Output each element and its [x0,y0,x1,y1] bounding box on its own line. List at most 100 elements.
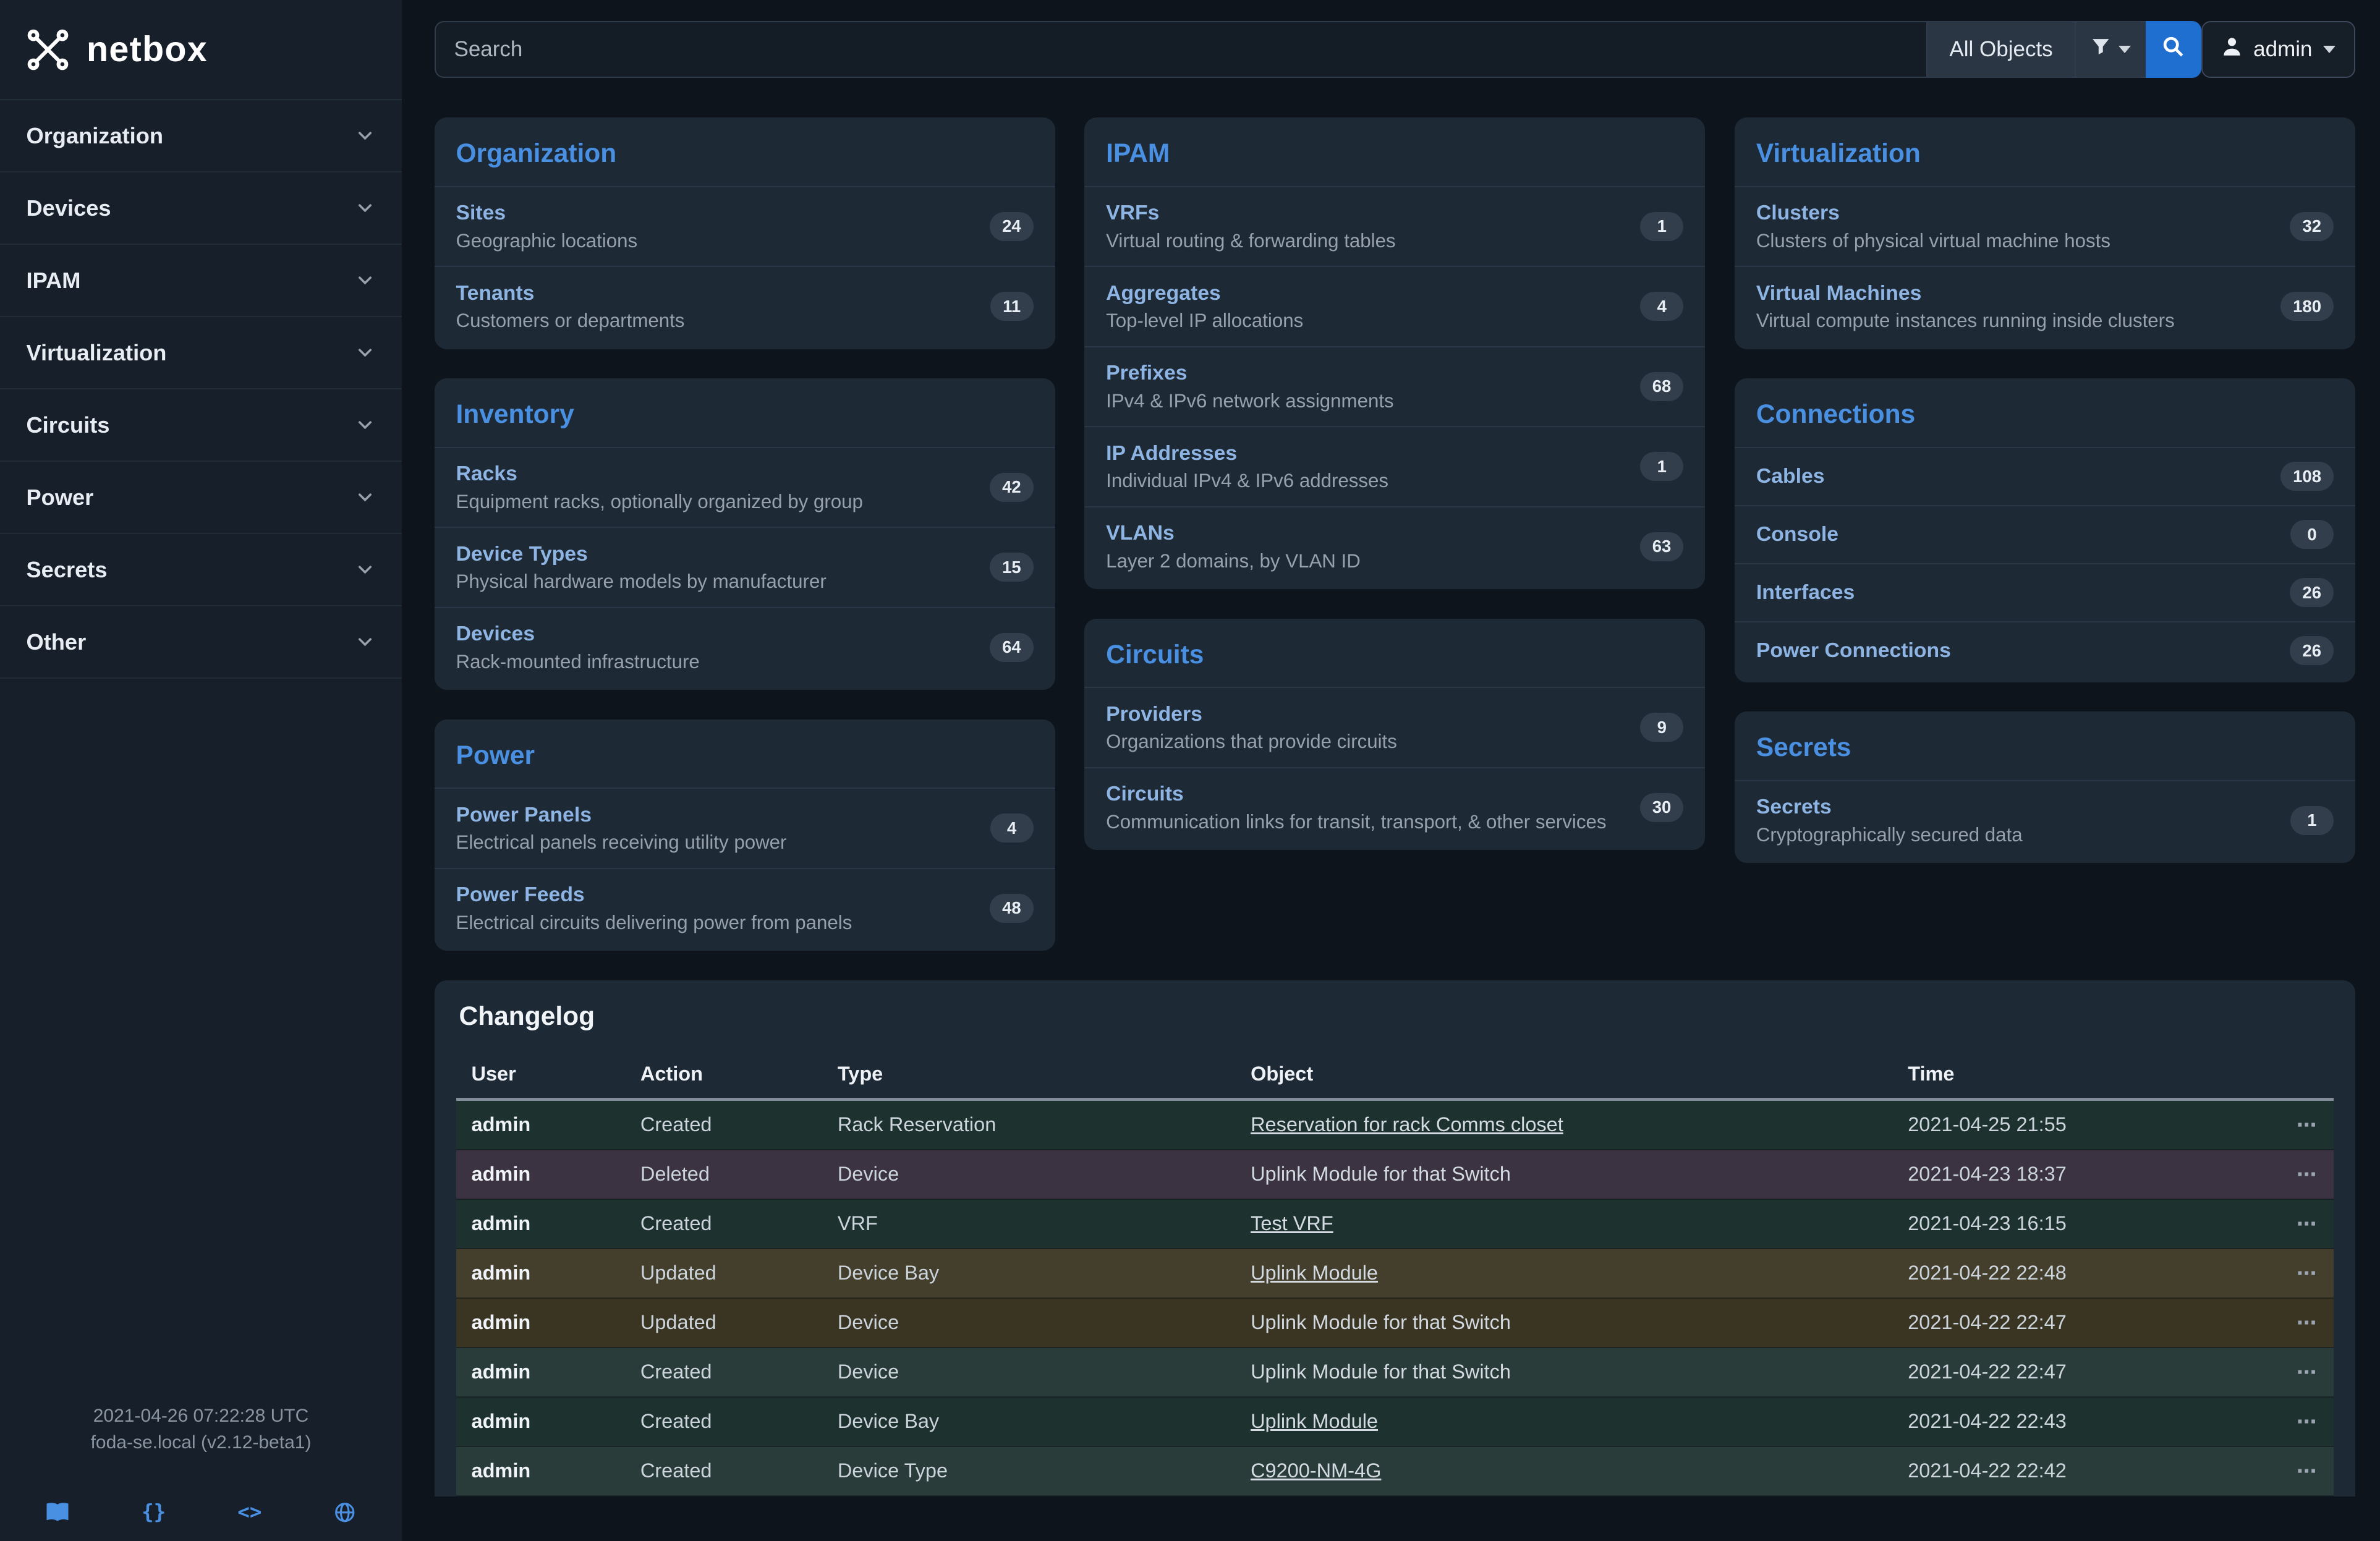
cables-link[interactable]: Cables [1756,464,1825,488]
api-braces-icon[interactable]: {} [142,1499,166,1526]
count-badge[interactable]: 4 [990,813,1034,843]
count-badge[interactable]: 15 [990,553,1034,582]
sites-link[interactable]: Sites [456,201,638,225]
circuits-link[interactable]: Circuits [1106,782,1606,806]
item-desc: Rack-mounted infrastructure [456,651,700,673]
interfaces-link[interactable]: Interfaces [1756,580,1855,605]
col-header-action: Action [625,1050,822,1100]
item-text: VRFs Virtual routing & forwarding tables [1106,201,1395,252]
power-connections-link[interactable]: Power Connections [1756,639,1951,663]
search-input[interactable] [435,21,1927,79]
object-link[interactable]: C9200-NM-4G [1251,1459,1381,1482]
object-link[interactable]: Test VRF [1251,1212,1333,1234]
sidebar-item-secrets[interactable]: Secrets [0,534,402,606]
count-badge[interactable]: 42 [990,473,1034,502]
prefixes-link[interactable]: Prefixes [1106,361,1394,385]
sidebar-item-devices[interactable]: Devices [0,172,402,245]
cell-object: C9200-NM-4G [1235,1446,1892,1496]
item-desc: Layer 2 domains, by VLAN ID [1106,550,1361,572]
object-link[interactable]: Uplink Module for that Switch [1251,1163,1511,1185]
cell-object: Uplink Module for that Switch [1235,1348,1892,1397]
brand-home-link[interactable]: netbox [0,0,402,99]
count-badge[interactable]: 0 [2290,520,2334,549]
racks-link[interactable]: Racks [456,462,863,486]
row-actions-button[interactable]: ⋯ [2297,1460,2318,1482]
chevron-down-icon [354,342,376,363]
docs-book-icon[interactable] [45,1501,70,1523]
power-feeds-link[interactable]: Power Feeds [456,883,852,907]
object-link[interactable]: Reservation for rack Comms closet [1251,1113,1563,1136]
card-item-cables: Cables 108 [1735,447,2355,505]
community-globe-icon[interactable] [333,1501,357,1524]
sidebar-item-organization[interactable]: Organization [0,100,402,172]
count-badge[interactable]: 68 [1640,372,1684,401]
filter-dropdown-button[interactable] [2075,21,2146,79]
sidebar-item-other[interactable]: Other [0,606,402,679]
count-badge[interactable]: 9 [1640,713,1683,742]
item-text: Sites Geographic locations [456,201,638,252]
user-menu-button[interactable]: admin [2201,21,2355,79]
secrets-link[interactable]: Secrets [1756,795,2023,819]
sidebar-item-ipam[interactable]: IPAM [0,245,402,317]
cell-user: admin [456,1298,625,1348]
count-badge[interactable]: 64 [990,633,1034,662]
card-item-virtual-machines: Virtual Machines Virtual compute instanc… [1735,266,2355,346]
tenants-link[interactable]: Tenants [456,281,685,305]
object-link[interactable]: Uplink Module for that Switch [1251,1311,1511,1333]
ip-addresses-link[interactable]: IP Addresses [1106,441,1388,465]
sidebar-item-virtualization[interactable]: Virtualization [0,317,402,389]
count-badge[interactable]: 108 [2280,462,2334,491]
row-actions-button[interactable]: ⋯ [2297,1114,2318,1136]
card-item-device-types: Device Types Physical hardware models by… [435,527,1055,607]
item-text: Providers Organizations that provide cir… [1106,702,1397,754]
row-actions-button[interactable]: ⋯ [2297,1361,2318,1383]
devices-link[interactable]: Devices [456,622,700,646]
source-code-icon[interactable]: <> [237,1499,261,1526]
count-badge[interactable]: 26 [2290,636,2334,665]
count-badge[interactable]: 1 [1640,212,1683,241]
device-types-link[interactable]: Device Types [456,542,827,566]
search-button[interactable] [2146,21,2201,79]
object-type-select[interactable]: All Objects [1926,21,2074,79]
console-link[interactable]: Console [1756,522,1838,546]
object-link[interactable]: Uplink Module [1251,1410,1378,1432]
row-actions-button[interactable]: ⋯ [2297,1312,2318,1334]
row-actions-button[interactable]: ⋯ [2297,1411,2318,1433]
cell-action: Deleted [625,1150,822,1199]
sidebar-item-label: Power [27,485,94,511]
col-header-menu [2230,1050,2334,1100]
vlans-link[interactable]: VLANs [1106,521,1361,545]
count-badge[interactable]: 26 [2290,578,2334,607]
sidebar-item-circuits[interactable]: Circuits [0,389,402,462]
object-link[interactable]: Uplink Module for that Switch [1251,1361,1511,1383]
providers-link[interactable]: Providers [1106,702,1397,726]
cell-user: admin [456,1446,625,1496]
user-icon [2221,36,2243,63]
count-badge[interactable]: 30 [1640,793,1684,822]
sidebar-item-power[interactable]: Power [0,462,402,534]
count-badge[interactable]: 180 [2280,292,2334,321]
power-panels-link[interactable]: Power Panels [456,803,787,827]
search-group: All Objects [435,21,2201,79]
count-badge[interactable]: 24 [990,212,1034,241]
count-badge[interactable]: 63 [1640,532,1684,561]
item-desc: Electrical panels receiving utility powe… [456,831,787,854]
item-text: Cables [1756,464,1825,488]
row-actions-button[interactable]: ⋯ [2297,1213,2318,1235]
clusters-link[interactable]: Clusters [1756,201,2110,225]
cell-user: admin [456,1397,625,1446]
row-actions-button[interactable]: ⋯ [2297,1262,2318,1284]
aggregates-link[interactable]: Aggregates [1106,281,1303,305]
count-badge[interactable]: 1 [1640,452,1683,481]
count-badge[interactable]: 4 [1640,292,1683,321]
virtual-machines-link[interactable]: Virtual Machines [1756,281,2175,305]
count-badge[interactable]: 32 [2290,212,2334,241]
object-link[interactable]: Uplink Module [1251,1262,1378,1284]
count-badge[interactable]: 11 [990,292,1034,321]
item-text: Virtual Machines Virtual compute instanc… [1756,281,2175,333]
count-badge[interactable]: 48 [990,894,1034,923]
count-badge[interactable]: 1 [2290,806,2334,835]
cards-column-1: Organization Sites Geographic locations … [435,117,1055,951]
vrfs-link[interactable]: VRFs [1106,201,1395,225]
row-actions-button[interactable]: ⋯ [2297,1163,2318,1186]
